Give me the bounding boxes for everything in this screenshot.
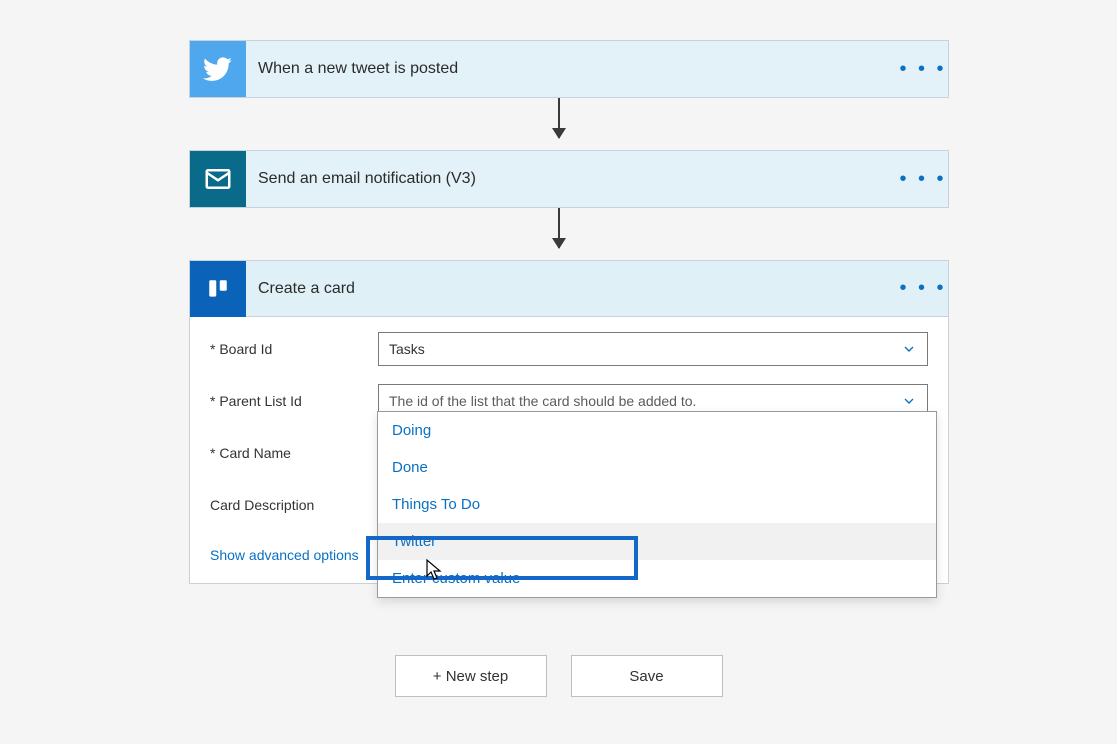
step-header[interactable]: Create a card • • •	[190, 261, 948, 317]
board-id-value: Tasks	[389, 341, 425, 357]
step-menu-button[interactable]: • • •	[898, 277, 948, 300]
dropdown-item-things-to-do[interactable]: Things To Do	[378, 486, 936, 523]
flow-arrow	[558, 98, 560, 138]
dropdown-item-twitter[interactable]: Twitter	[378, 523, 936, 560]
step-header[interactable]: Send an email notification (V3) • • •	[190, 151, 948, 207]
parent-list-dropdown: Doing Done Things To Do Twitter Enter cu…	[377, 411, 937, 598]
dropdown-item-doing[interactable]: Doing	[378, 412, 936, 449]
footer-buttons: + New step Save	[395, 655, 723, 697]
parent-list-placeholder: The id of the list that the card should …	[389, 393, 696, 409]
step-menu-button[interactable]: • • •	[898, 168, 948, 191]
field-board-id-row: * Board Id Tasks	[210, 331, 928, 367]
step-twitter-trigger[interactable]: When a new tweet is posted • • •	[189, 40, 949, 98]
step-header[interactable]: When a new tweet is posted • • •	[190, 41, 948, 97]
trello-icon	[190, 261, 246, 317]
field-label: Card Description	[210, 497, 378, 513]
step-send-email[interactable]: Send an email notification (V3) • • •	[189, 150, 949, 208]
step-title: Create a card	[246, 280, 898, 298]
chevron-down-icon	[901, 393, 917, 409]
dropdown-item-custom[interactable]: Enter custom value	[378, 560, 936, 597]
mail-icon	[190, 151, 246, 207]
chevron-down-icon	[901, 341, 917, 357]
flow-arrow	[558, 208, 560, 248]
step-title: Send an email notification (V3)	[246, 170, 898, 188]
show-advanced-options-link[interactable]: Show advanced options	[210, 547, 359, 563]
save-button[interactable]: Save	[571, 655, 723, 697]
field-label: * Card Name	[210, 445, 378, 461]
field-label: * Parent List Id	[210, 393, 378, 409]
board-id-select[interactable]: Tasks	[378, 332, 928, 366]
new-step-button[interactable]: + New step	[395, 655, 547, 697]
dropdown-item-done[interactable]: Done	[378, 449, 936, 486]
step-title: When a new tweet is posted	[246, 60, 898, 78]
twitter-icon	[190, 41, 246, 97]
field-label: * Board Id	[210, 341, 378, 357]
step-menu-button[interactable]: • • •	[898, 58, 948, 81]
